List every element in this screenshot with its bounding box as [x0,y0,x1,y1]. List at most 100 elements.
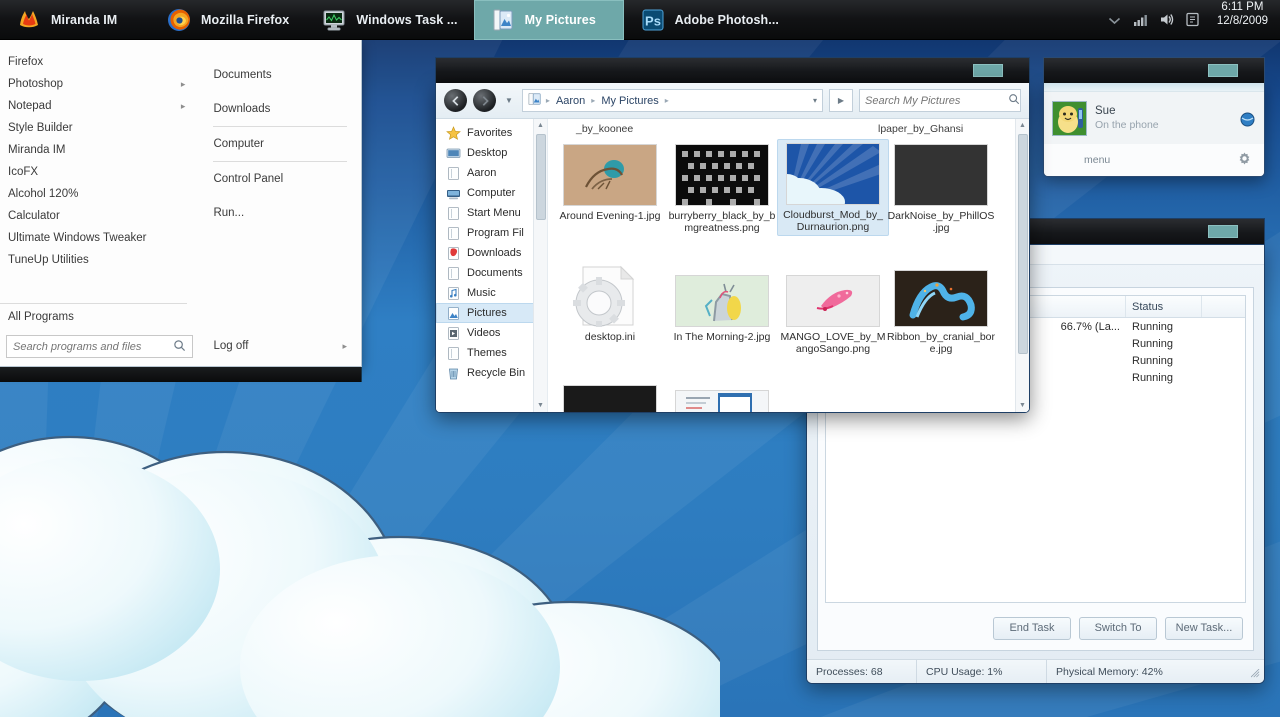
log-off-button[interactable]: Log off ▸ [199,334,361,358]
refresh-button[interactable]: ▶ [829,89,853,112]
speaker-icon[interactable] [1158,11,1175,28]
scroll-up-icon[interactable]: ▲ [1016,119,1030,132]
start-menu-item-alcohol-120[interactable]: Alcohol 120% [0,183,199,205]
file-tile[interactable] [666,387,778,412]
file-tile[interactable]: DarkNoise_by_PhillOS.jpg [885,141,997,236]
file-list-pane[interactable]: _by_koonee lpaper_by_Ghansi Around Eveni… [548,119,1029,412]
task-manager-button-bar[interactable]: End Task Switch To New Task... [818,610,1253,650]
start-menu-item-tuneup-utilities[interactable]: TuneUp Utilities [0,249,199,271]
sidebar-item-favorites[interactable]: Favorites [436,123,547,143]
taskbar-item-my-pictures[interactable]: My Pictures [473,0,624,40]
end-task-button[interactable]: End Task [993,616,1071,640]
file-tile[interactable]: desktop.ini [554,262,666,345]
file-tile[interactable]: Ribbon_by_cranial_bore.jpg [885,267,997,357]
sidebar-item-music[interactable]: Music [436,283,547,303]
start-menu-place-control-panel[interactable]: Control Panel [199,162,361,196]
column-header-status[interactable]: Status [1126,296,1202,317]
file-list-scrollbar[interactable]: ▲ ▼ [1015,119,1029,412]
task-manager-window-button[interactable] [1208,225,1238,238]
start-menu-item-firefox[interactable]: Firefox [0,51,199,73]
gear-icon[interactable] [1237,151,1252,166]
file-tile[interactable]: Around Evening-1.jpg [554,141,666,224]
start-menu-place-downloads[interactable]: Downloads [199,92,361,126]
sidebar-item-pictures[interactable]: Pictures [436,303,547,323]
all-programs-button[interactable]: All Programs [0,306,199,328]
start-menu-item-icofx[interactable]: IcoFX [0,161,199,183]
forward-arrow-icon[interactable] [473,89,496,112]
sidebar-item-computer[interactable]: Computer [436,183,547,203]
start-menu-item-photoshop[interactable]: Photoshop ▸ [0,73,199,95]
breadcrumb[interactable]: ▸ Aaron ▸ My Pictures ▸ ▾ [521,89,823,112]
start-menu-item-ultimate-windows-tweaker[interactable]: Ultimate Windows Tweaker [0,227,199,249]
taskbar-item-windows-task-manager[interactable]: Windows Task ... [305,0,473,40]
scrollbar-thumb[interactable] [1018,134,1028,354]
taskbar-item-miranda-im[interactable]: Miranda IM [0,0,150,40]
explorer-title-bar[interactable] [435,57,1030,83]
file-tile[interactable]: MANGO_LOVE_by_MangoSango.png [777,272,889,357]
address-history-chevron-down-icon[interactable]: ▾ [813,96,817,105]
chevron-up-icon[interactable] [1106,11,1123,28]
scroll-down-icon[interactable]: ▼ [1016,399,1030,412]
miranda-menu-link[interactable]: menu [1044,154,1110,166]
taskbar-clock[interactable]: 6:11 PM 12/8/2009 [1211,0,1280,39]
sidebar-item-videos[interactable]: Videos [436,323,547,343]
taskbar-item-mozilla-firefox[interactable]: Mozilla Firefox [150,0,305,40]
breadcrumb-item-aaron[interactable]: Aaron [554,94,587,108]
system-tray[interactable] [1106,0,1211,39]
column-header-extra[interactable] [1202,296,1245,317]
sidebar-scrollbar[interactable]: ▲ ▼ [533,119,547,412]
action-center-icon[interactable] [1184,11,1201,28]
new-task-button[interactable]: New Task... [1165,616,1243,640]
search-icon[interactable] [173,339,186,355]
resize-grip-icon[interactable] [1250,668,1260,680]
search-icon[interactable] [1008,92,1020,110]
search-input[interactable] [865,94,1008,107]
navigation-pane[interactable]: Favorites Desktop Aaron Computer Start M… [436,119,548,412]
explorer-search-box[interactable] [859,89,1021,112]
desktop[interactable]: Miranda IM Mozilla Firefox Windows Task … [0,0,1280,717]
start-menu-item-calculator[interactable]: Calculator [0,205,199,227]
file-tile[interactable]: burryberry_black_by_bmgreatness.png [666,141,778,236]
start-menu-item-style-builder[interactable]: Style Builder [0,117,199,139]
sidebar-item-downloads[interactable]: Downloads [436,243,547,263]
scroll-down-icon[interactable]: ▼ [534,399,548,412]
sidebar-item-aaron[interactable]: Aaron [436,163,547,183]
recent-pages-chevron-down-icon[interactable]: ▼ [502,96,516,105]
protocol-status-icon[interactable] [1240,112,1255,127]
start-menu-item-miranda-im[interactable]: Miranda IM [0,139,199,161]
back-arrow-icon[interactable] [444,89,467,112]
sidebar-item-desktop[interactable]: Desktop [436,143,547,163]
start-menu-place-computer[interactable]: Computer [199,127,361,161]
explorer-window[interactable]: ▼ ▸ Aaron ▸ My Pictures ▸ ▾ ▶ Search My … [435,83,1030,413]
network-signal-icon[interactable] [1132,11,1149,28]
search-input[interactable] [13,340,173,353]
file-tile[interactable]: In The Morning-2.jpg [666,272,778,345]
sidebar-item-recycle-bin[interactable]: Recycle Bin [436,363,547,383]
file-tile[interactable]: Cloudburst_Mod_by_Durnaurion.png [777,139,889,236]
breadcrumb-separator[interactable]: ▸ [665,96,669,105]
start-menu-place-run[interactable]: Run... [199,196,361,230]
sidebar-item-start-menu[interactable]: Start Menu [436,203,547,223]
explorer-navigation-bar[interactable]: ▼ ▸ Aaron ▸ My Pictures ▸ ▾ ▶ [436,83,1029,119]
start-menu[interactable]: Firefox Photoshop ▸ Notepad ▸ Style Buil… [0,40,362,367]
sidebar-item-program-files[interactable]: Program Fil [436,223,547,243]
miranda-footer[interactable]: menu [1044,144,1264,176]
start-menu-item-notepad[interactable]: Notepad ▸ [0,95,199,117]
sidebar-item-documents[interactable]: Documents [436,263,547,283]
scroll-up-icon[interactable]: ▲ [534,119,548,132]
explorer-window-button[interactable] [973,64,1003,77]
sidebar-item-themes[interactable]: Themes [436,343,547,363]
breadcrumb-item-my-pictures[interactable]: My Pictures [599,94,660,108]
log-off-label: Log off [213,340,249,352]
start-menu-place-documents[interactable]: Documents [199,58,361,92]
start-menu-search-box[interactable] [6,335,193,358]
contact-list-item-sue[interactable]: Sue On the phone [1044,92,1264,144]
miranda-title-bar[interactable] [1043,57,1265,83]
taskbar-item-adobe-photoshop[interactable]: Ps Adobe Photosh... [624,0,795,40]
file-tile[interactable] [554,382,666,412]
taskbar[interactable]: Miranda IM Mozilla Firefox Windows Task … [0,0,1280,40]
switch-to-button[interactable]: Switch To [1079,616,1157,640]
miranda-window-button[interactable] [1208,64,1238,77]
scrollbar-thumb[interactable] [536,134,546,220]
miranda-im-window[interactable]: Sue On the phone menu [1043,83,1265,177]
